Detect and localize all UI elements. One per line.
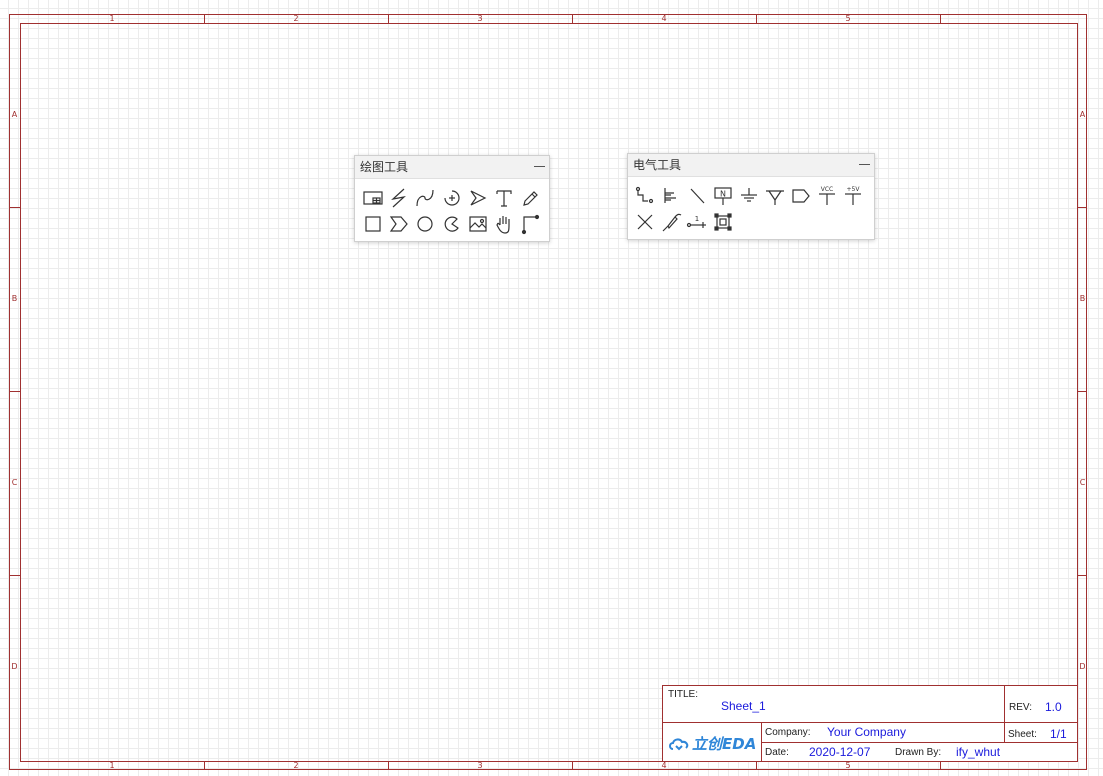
arrowhead-icon[interactable] xyxy=(466,186,490,210)
column-label: 1 xyxy=(109,14,115,23)
drawing-tools-panel: 绘图工具 xyxy=(354,155,550,242)
image-icon[interactable] xyxy=(466,212,490,236)
bus-entry-icon[interactable] xyxy=(685,184,709,208)
electrical-tools-title: 电气工具 xyxy=(633,158,682,172)
pie-icon[interactable] xyxy=(440,212,464,236)
row-divider xyxy=(9,391,20,392)
image-frame-icon[interactable] xyxy=(361,186,385,210)
ground-icon[interactable] xyxy=(737,184,761,208)
column-label: 5 xyxy=(845,14,851,23)
netport-icon[interactable] xyxy=(789,184,813,208)
row-label: A xyxy=(11,110,18,119)
bus-icon[interactable] xyxy=(659,184,683,208)
lceda-logo: 立创EDA xyxy=(668,733,756,754)
column-label: 3 xyxy=(477,761,483,770)
column-label: 1 xyxy=(109,761,115,770)
freehand-pencil-icon[interactable] xyxy=(518,186,542,210)
column-divider xyxy=(572,14,573,23)
row-divider xyxy=(1077,391,1087,392)
row-label: B xyxy=(1079,294,1086,303)
column-divider xyxy=(940,761,941,770)
date-value: 2020-12-07 xyxy=(809,745,871,759)
drawing-tools-title: 绘图工具 xyxy=(360,160,409,174)
sheet-value: 1/1 xyxy=(1050,727,1067,741)
column-divider xyxy=(204,761,205,770)
column-divider xyxy=(388,761,389,770)
column-divider xyxy=(940,14,941,23)
arc-plus-icon[interactable] xyxy=(440,186,464,210)
svg-text:VCC: VCC xyxy=(821,186,833,193)
column-divider xyxy=(756,761,757,770)
bezier-curve-icon[interactable] xyxy=(413,186,437,210)
cloud-icon xyxy=(669,738,689,750)
title-label: TITLE: xyxy=(668,689,699,700)
wire-bolt-icon[interactable] xyxy=(387,186,411,210)
minimize-icon[interactable] xyxy=(859,164,870,165)
column-divider xyxy=(204,14,205,23)
svg-text:1: 1 xyxy=(695,215,699,223)
sheet-label: Sheet: xyxy=(1008,729,1037,740)
column-label: 2 xyxy=(293,761,299,770)
polygon-chevron-icon[interactable] xyxy=(387,212,411,236)
title-block: TITLE: Sheet_1 REV: 1.0 Company: Your Co… xyxy=(662,685,1078,762)
column-label: 2 xyxy=(293,14,299,23)
column-label: 3 xyxy=(477,14,483,23)
divider xyxy=(761,742,1077,743)
column-divider xyxy=(756,14,757,23)
row-divider xyxy=(1077,207,1087,208)
title-value: Sheet_1 xyxy=(721,699,766,713)
group-icon[interactable] xyxy=(711,210,735,234)
svg-text:N: N xyxy=(720,190,726,199)
company-value: Your Company xyxy=(827,725,906,739)
divider xyxy=(663,722,1077,723)
vcc-icon[interactable]: VCC xyxy=(815,184,839,208)
logo-text: 立创EDA xyxy=(692,735,757,753)
column-label: 5 xyxy=(845,761,851,770)
plus5v-icon[interactable]: +5V xyxy=(841,184,865,208)
row-label: C xyxy=(11,478,18,487)
probe-icon[interactable] xyxy=(659,210,683,234)
company-label: Company: xyxy=(765,727,811,738)
drawn-by-label: Drawn By: xyxy=(895,747,942,758)
text-icon[interactable] xyxy=(492,186,516,210)
drawing-tools-header[interactable]: 绘图工具 xyxy=(355,156,549,179)
sheet-frame-inner xyxy=(20,23,1078,762)
date-label: Date: xyxy=(765,747,789,758)
no-connect-icon[interactable] xyxy=(633,210,657,234)
pin-icon[interactable]: 1 xyxy=(685,210,709,234)
wire-icon[interactable] xyxy=(633,184,657,208)
netlabel-icon[interactable]: N xyxy=(711,184,735,208)
row-divider xyxy=(9,207,20,208)
row-label: B xyxy=(11,294,18,303)
rev-value: 1.0 xyxy=(1045,700,1062,714)
row-label: C xyxy=(1079,478,1086,487)
rev-label: REV: xyxy=(1009,702,1032,713)
row-label: A xyxy=(1079,110,1086,119)
canvas-origin-icon[interactable] xyxy=(518,212,542,236)
row-divider xyxy=(1077,575,1087,576)
ground-triangle-icon[interactable] xyxy=(763,184,787,208)
column-divider xyxy=(388,14,389,23)
electrical-tools-panel: 电气工具 N VCC +5V 1 xyxy=(627,153,875,240)
column-divider xyxy=(572,761,573,770)
divider xyxy=(761,722,762,762)
electrical-tools-header[interactable]: 电气工具 xyxy=(628,154,874,177)
row-label: D xyxy=(11,662,18,671)
row-divider xyxy=(9,575,20,576)
circle-icon[interactable] xyxy=(413,212,437,236)
drawn-by-value: ify_whut xyxy=(956,745,1001,759)
divider xyxy=(1004,686,1005,742)
rectangle-icon[interactable] xyxy=(361,212,385,236)
row-label: D xyxy=(1079,662,1086,671)
column-label: 4 xyxy=(661,761,667,770)
drag-hand-icon[interactable] xyxy=(492,212,516,236)
svg-text:+5V: +5V xyxy=(847,186,861,193)
column-label: 4 xyxy=(661,14,667,23)
minimize-icon[interactable] xyxy=(534,166,545,167)
